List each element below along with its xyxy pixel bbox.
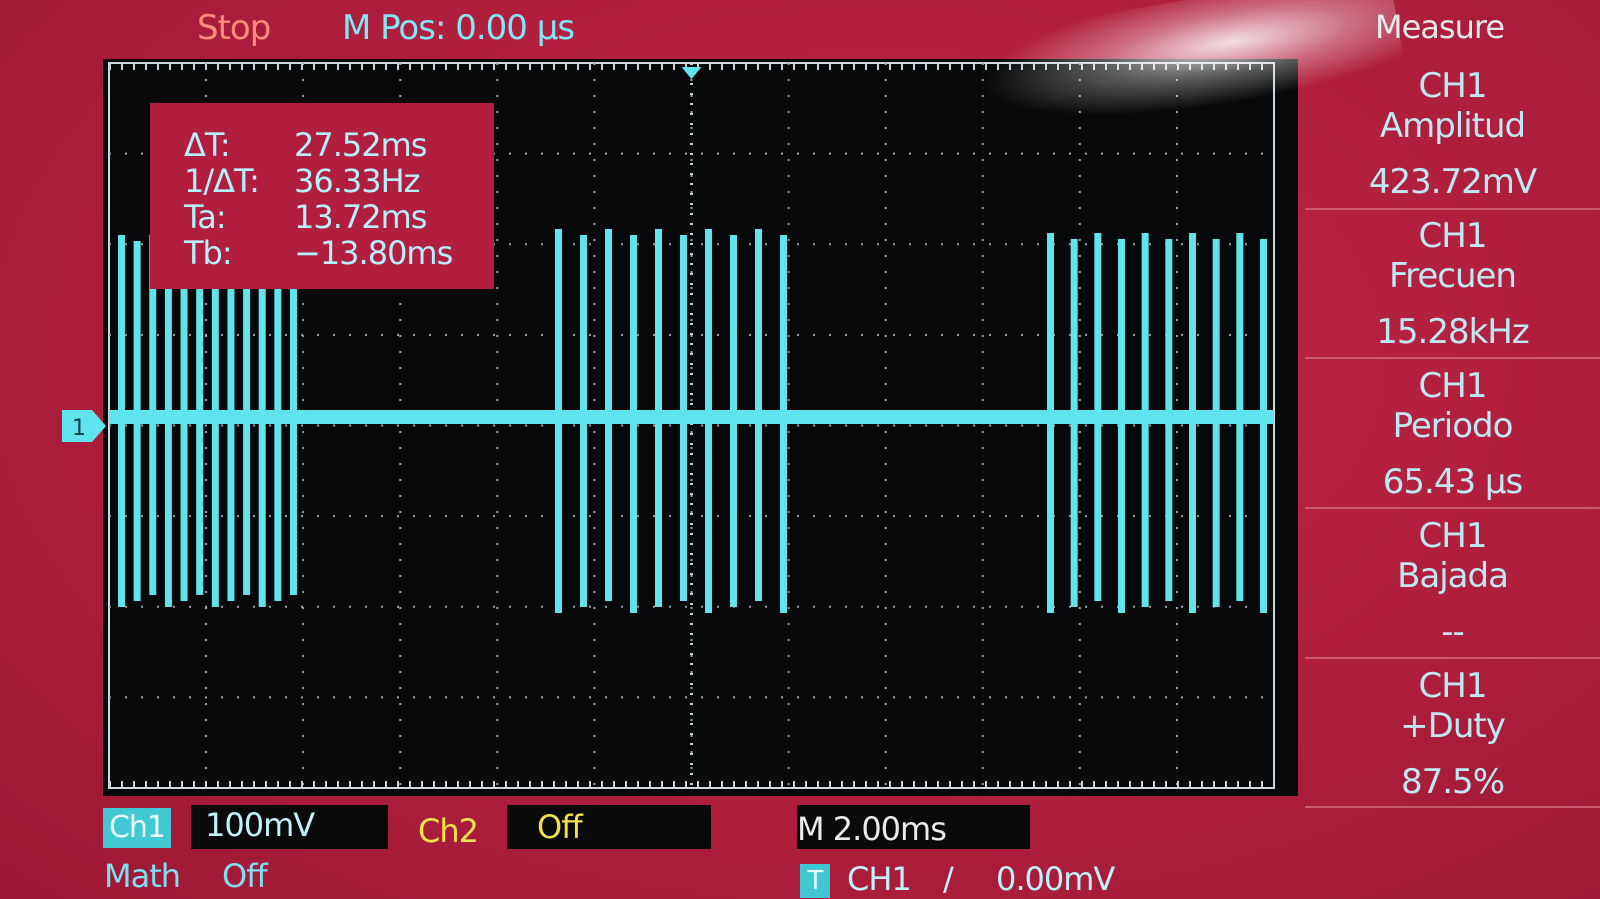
measure-value: 423.72mV	[1368, 162, 1537, 202]
ch1-pulse	[755, 229, 762, 601]
ch1-pulse	[227, 289, 235, 601]
ch1-pulse	[655, 229, 662, 607]
measure-value: 15.28kHz	[1376, 312, 1529, 352]
measure-panel: Measure CH1 Amplitud 423.72mV CH1 Frecue…	[1305, 0, 1600, 820]
ch1-pulse	[118, 235, 125, 607]
measure-divider	[1305, 357, 1600, 359]
ch2-button[interactable]: Ch2	[418, 812, 479, 850]
ch1-pulse	[605, 229, 612, 601]
ch1-pulse	[274, 283, 282, 601]
measure-item-duty[interactable]: CH1 +Duty 87.5%	[1305, 666, 1600, 816]
cursor-label: 1/ΔT:	[184, 162, 260, 200]
ch1-pulse	[243, 283, 251, 595]
ch1-pulse	[1118, 239, 1125, 613]
ch1-pulse	[1189, 233, 1196, 613]
ch1-pulse	[211, 283, 219, 607]
ch1-pulse	[164, 289, 172, 607]
ch1-pulse	[258, 289, 266, 607]
trigger-icon: T	[800, 864, 830, 898]
ch1-marker-arrow-icon: 1	[62, 410, 106, 442]
ch1-pulse	[1141, 233, 1149, 607]
measure-divider	[1305, 657, 1600, 659]
ch2-state: Off	[537, 808, 583, 846]
ch1-pulse	[555, 229, 562, 613]
ch1-pulse	[705, 229, 712, 613]
measure-name: Frecuen	[1389, 256, 1517, 296]
measure-channel: CH1	[1418, 516, 1488, 556]
cursor-label: Tb:	[184, 234, 233, 272]
ch1-pulse	[580, 235, 587, 607]
measure-divider	[1305, 208, 1600, 210]
ch1-pulse	[730, 235, 737, 607]
measure-name: Bajada	[1397, 556, 1509, 596]
measure-item-fall-time[interactable]: CH1 Bajada --	[1305, 516, 1600, 666]
cursor-delta-t-row: ΔT: 27.52ms	[184, 126, 427, 164]
m-pos-value: 0.00 µs	[455, 8, 575, 48]
ch1-pulse	[1260, 239, 1267, 613]
measure-channel: CH1	[1418, 366, 1488, 406]
measure-name: Amplitud	[1379, 106, 1526, 146]
cursor-ta-row: Ta: 13.72ms	[184, 198, 427, 236]
run-status: Stop	[197, 8, 271, 48]
horizontal-position-readout: M Pos: 0.00 µs	[342, 8, 575, 48]
measure-divider	[1305, 507, 1600, 509]
trigger-level: 0.00mV	[996, 860, 1115, 898]
measure-value: 87.5%	[1400, 762, 1505, 802]
ch1-pulse	[1165, 239, 1173, 601]
measure-value: --	[1441, 612, 1465, 652]
cursor-readout-box: ΔT: 27.52ms 1/ΔT: 36.33Hz Ta: 13.72ms Tb: −1…	[150, 103, 494, 289]
ch1-volts-per-div: 100mV	[205, 806, 315, 844]
measure-channel: CH1	[1418, 216, 1488, 256]
cursor-tb-row: Tb: −13.80ms	[184, 234, 453, 272]
m-pos-label: M Pos:	[342, 8, 446, 48]
measure-name: Periodo	[1392, 406, 1514, 446]
measure-title: Measure	[1375, 8, 1505, 46]
ch1-pulse	[780, 235, 787, 613]
ch1-pulse	[630, 235, 637, 613]
ch1-pulse	[1236, 233, 1244, 601]
ch1-pulse	[680, 235, 687, 601]
ch1-marker-label: 1	[72, 416, 86, 441]
cursor-value: 13.72ms	[294, 198, 427, 236]
measure-item-amplitude[interactable]: CH1 Amplitud 423.72mV	[1305, 66, 1600, 216]
measure-channel: CH1	[1418, 666, 1488, 706]
timebase-value: M 2.00ms	[797, 810, 947, 848]
ch1-pulse	[290, 289, 297, 595]
measure-divider	[1305, 806, 1600, 808]
measure-value: 65.43 µs	[1382, 462, 1524, 502]
trigger-position-arrow-icon	[681, 67, 702, 79]
ch1-pulse	[1212, 239, 1220, 607]
ch1-pulse	[149, 235, 157, 595]
cursor-value: −13.80ms	[294, 234, 453, 272]
cursor-label: ΔT:	[184, 126, 231, 164]
measure-name: +Duty	[1400, 706, 1506, 746]
ch1-pulse	[1070, 239, 1078, 607]
cursor-label: Ta:	[184, 198, 227, 236]
ch1-pulse	[133, 241, 141, 601]
math-state: Off	[222, 857, 268, 895]
ch1-pulse	[196, 289, 204, 595]
cursor-frequency-row: 1/ΔT: 36.33Hz	[184, 162, 420, 200]
ch1-pulse	[1047, 233, 1054, 613]
cursor-value: 27.52ms	[294, 126, 427, 164]
measure-item-frequency[interactable]: CH1 Frecuen 15.28kHz	[1305, 216, 1600, 366]
measure-item-period[interactable]: CH1 Periodo 65.43 µs	[1305, 366, 1600, 516]
cursor-value: 36.33Hz	[294, 162, 420, 200]
trigger-source[interactable]: CH1	[847, 860, 912, 898]
measure-channel: CH1	[1418, 66, 1488, 106]
ch1-pulse	[180, 283, 188, 601]
ch1-button[interactable]: Ch1	[103, 808, 171, 848]
trigger-slope-icon: /	[943, 860, 954, 898]
ch1-ground-marker: 1	[62, 410, 106, 442]
math-button[interactable]: Math	[104, 857, 181, 895]
ch1-pulse	[1094, 233, 1102, 601]
